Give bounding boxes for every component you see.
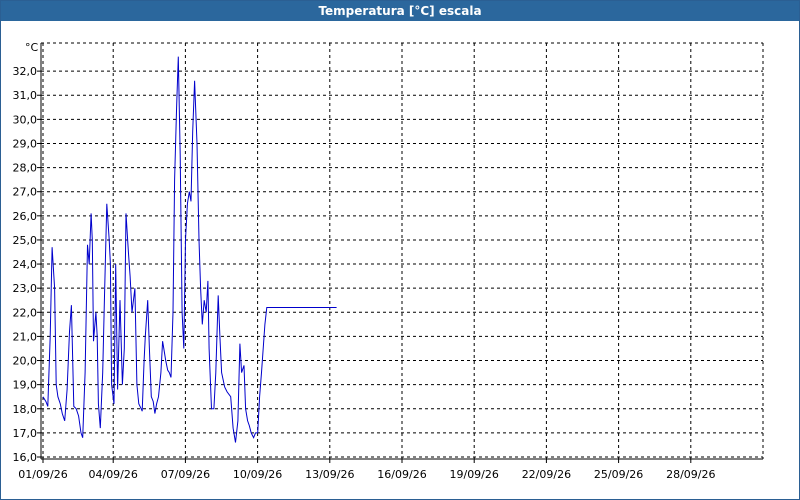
plot-frame bbox=[37, 42, 763, 463]
y-tick-label: 23,0 bbox=[13, 282, 38, 295]
x-tick-label: 07/09/26 bbox=[161, 468, 210, 481]
chart-window: Temperatura [°C] escala 16,0 17,0 18,0 19,0… bbox=[0, 0, 800, 500]
y-tick-label: 18,0 bbox=[13, 403, 38, 416]
x-tick-label: 10/09/26 bbox=[233, 468, 282, 481]
y-tick-labels: 16,0 17,0 18,0 19,0 20,0 21,0 22,0 23,0 24,0 25,0… bbox=[13, 65, 38, 464]
y-tick-label: 32,0 bbox=[13, 65, 38, 78]
y-tick-label: 19,0 bbox=[13, 379, 38, 392]
x-tick-label: 01/09/26 bbox=[18, 468, 67, 481]
x-tick-label: 04/09/26 bbox=[88, 468, 137, 481]
y-tick-label: 27,0 bbox=[13, 186, 38, 199]
window-title: Temperatura [°C] escala bbox=[1, 1, 799, 21]
y-tick-label: 20,0 bbox=[13, 355, 38, 368]
x-tick-label: 25/09/26 bbox=[594, 468, 643, 481]
grid-layer bbox=[41, 43, 764, 459]
y-tick-label: 16,0 bbox=[13, 451, 38, 464]
y-tick-label: 28,0 bbox=[13, 162, 38, 175]
x-tick-label: 13/09/26 bbox=[305, 468, 354, 481]
y-tick-label: 22,0 bbox=[13, 306, 38, 319]
series-layer bbox=[42, 56, 337, 443]
y-tick-label: 25,0 bbox=[13, 234, 38, 247]
x-tick-label: 19/09/26 bbox=[449, 468, 498, 481]
x-tick-label: 28/09/26 bbox=[666, 468, 715, 481]
y-tick-label: 26,0 bbox=[13, 210, 38, 223]
y-tick-label: 31,0 bbox=[13, 89, 38, 102]
x-tick-label: 16/09/26 bbox=[377, 468, 426, 481]
y-tick-label: 24,0 bbox=[13, 258, 38, 271]
y-tick-label: 21,0 bbox=[13, 330, 38, 343]
x-tick-labels: 01/09/26 04/09/26 07/09/26 10/09/26 13/09/26… bbox=[18, 468, 715, 481]
chart-area: 16,0 17,0 18,0 19,0 20,0 21,0 22,0 23,0 24,0 25,0… bbox=[13, 41, 764, 481]
y-tick-label: 17,0 bbox=[13, 427, 38, 440]
y-axis-unit-label: °C bbox=[25, 41, 39, 54]
y-tick-label: 29,0 bbox=[13, 137, 38, 150]
x-tick-label: 22/09/26 bbox=[522, 468, 571, 481]
series-line bbox=[42, 56, 337, 443]
y-tick-label: 30,0 bbox=[13, 113, 38, 126]
